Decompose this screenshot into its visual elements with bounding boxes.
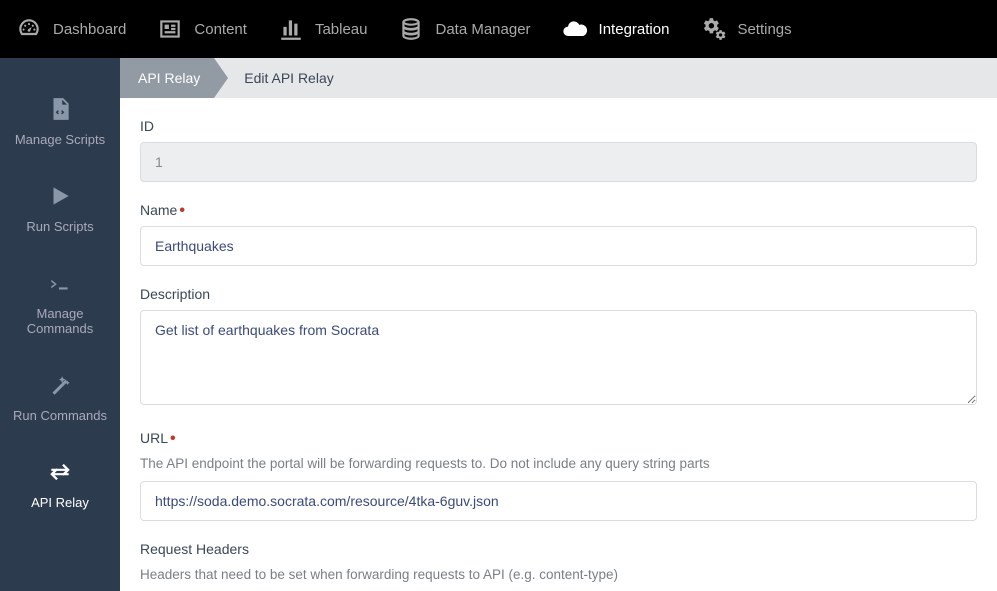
exchange-icon [44, 459, 76, 485]
nav-integration[interactable]: Integration [561, 15, 670, 43]
field-id: ID [140, 118, 977, 182]
field-request-headers: Request Headers Headers that need to be … [140, 541, 977, 582]
cloud-icon [561, 15, 589, 43]
nav-dashboard[interactable]: Dashboard [15, 15, 126, 43]
content-icon [156, 15, 184, 43]
field-url: URL• The API endpoint the portal will be… [140, 430, 977, 521]
barchart-icon [277, 15, 305, 43]
url-input[interactable] [140, 481, 977, 521]
breadcrumb-root[interactable]: API Relay [120, 58, 214, 98]
field-description: Description [140, 286, 977, 410]
wand-icon [44, 372, 76, 398]
sidebar-run-commands-label: Run Commands [13, 408, 107, 423]
description-input[interactable] [140, 310, 977, 405]
nav-integration-label: Integration [599, 21, 670, 38]
sidebar-run-commands[interactable]: Run Commands [0, 354, 120, 441]
breadcrumb: API Relay Edit API Relay [120, 58, 997, 98]
breadcrumb-current: Edit API Relay [214, 70, 334, 86]
id-label: ID [140, 118, 154, 134]
sidebar: Manage Scripts Run Scripts Manage Comman… [0, 58, 120, 591]
url-label: URL [140, 430, 168, 446]
sidebar-manage-commands[interactable]: Manage Commands [0, 252, 120, 354]
gears-icon [699, 15, 727, 43]
sidebar-manage-commands-label: Manage Commands [5, 306, 115, 336]
required-indicator: • [170, 430, 176, 447]
nav-tableau-label: Tableau [315, 21, 368, 38]
file-code-icon [44, 96, 76, 122]
nav-data-manager[interactable]: Data Manager [397, 15, 530, 43]
name-label: Name [140, 202, 177, 218]
database-icon [397, 15, 425, 43]
request-headers-label: Request Headers [140, 541, 249, 557]
gauge-icon [15, 15, 43, 43]
nav-dashboard-label: Dashboard [53, 21, 126, 38]
sidebar-api-relay[interactable]: API Relay [0, 441, 120, 528]
required-indicator: • [179, 202, 185, 219]
sidebar-run-scripts-label: Run Scripts [26, 219, 93, 234]
top-navbar: Dashboard Content Tableau Data Manager I… [0, 0, 997, 58]
name-input[interactable] [140, 226, 977, 266]
play-icon [44, 183, 76, 209]
description-label: Description [140, 286, 210, 302]
url-help: The API endpoint the portal will be forw… [140, 456, 977, 471]
terminal-icon [44, 270, 76, 296]
nav-tableau[interactable]: Tableau [277, 15, 368, 43]
nav-settings[interactable]: Settings [699, 15, 791, 43]
field-name: Name• [140, 202, 977, 266]
sidebar-api-relay-label: API Relay [31, 495, 89, 510]
main-content: API Relay Edit API Relay ID Name• Descri… [120, 58, 997, 591]
sidebar-run-scripts[interactable]: Run Scripts [0, 165, 120, 252]
nav-content[interactable]: Content [156, 15, 247, 43]
nav-data-manager-label: Data Manager [435, 21, 530, 38]
nav-content-label: Content [194, 21, 247, 38]
edit-form: ID Name• Description URL• The API endpoi… [120, 98, 997, 591]
sidebar-manage-scripts[interactable]: Manage Scripts [0, 78, 120, 165]
id-input [140, 142, 977, 182]
request-headers-help: Headers that need to be set when forward… [140, 567, 977, 582]
nav-settings-label: Settings [737, 21, 791, 38]
sidebar-manage-scripts-label: Manage Scripts [15, 132, 105, 147]
